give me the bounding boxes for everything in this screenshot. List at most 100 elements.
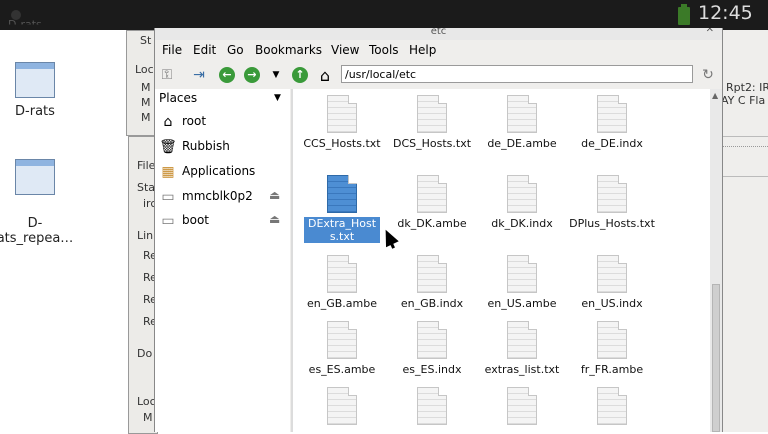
- scroll-up-icon[interactable]: ▲: [712, 91, 718, 100]
- file-item[interactable]: dk_DK.ambe: [387, 175, 477, 230]
- menu-go[interactable]: Go: [227, 43, 244, 57]
- forward-button[interactable]: →: [242, 65, 262, 85]
- drive-icon: ▭: [161, 213, 175, 229]
- new-tab-icon[interactable]: ⇥: [189, 65, 209, 85]
- file-item[interactable]: CCS_Hosts.txt: [297, 95, 387, 150]
- file-name: en_GB.indx: [400, 297, 464, 310]
- key-icon[interactable]: ⚿: [157, 65, 177, 85]
- text-file-icon: [507, 321, 537, 359]
- file-icon: [597, 255, 627, 293]
- file-icon: [597, 95, 627, 133]
- file-item[interactable]: dk_DK.indx: [477, 175, 567, 230]
- menu-help[interactable]: Help: [409, 43, 436, 57]
- file-name: en_US.ambe: [487, 297, 557, 310]
- places-item-applications[interactable]: ▦ Applications: [159, 161, 285, 183]
- file-item[interactable]: DCS_Hosts.txt: [387, 95, 477, 150]
- file-icon: [507, 387, 537, 425]
- text-file-icon: [597, 175, 627, 213]
- menu-tools[interactable]: Tools: [369, 43, 399, 57]
- go-icon[interactable]: ↻: [698, 65, 718, 85]
- eject-icon[interactable]: ⏏: [269, 188, 280, 202]
- bg-label: M: [141, 96, 151, 109]
- window-title-bar: etc ✕: [155, 28, 722, 40]
- file-icon: [507, 175, 537, 213]
- file-icon: [417, 175, 447, 213]
- bg-label: Do: [137, 347, 153, 360]
- file-name: es_ES.ambe: [308, 363, 376, 376]
- places-item-rubbish[interactable]: 🗑 Rubbish: [159, 136, 285, 158]
- menu-edit[interactable]: Edit: [193, 43, 216, 57]
- file-item[interactable]: de_DE.indx: [567, 95, 657, 150]
- divider: [721, 176, 768, 177]
- file-name: DExtra_Hosts.txt: [304, 217, 380, 243]
- file-icon: [597, 321, 627, 359]
- dropdown-arrow-icon[interactable]: ▼: [274, 93, 281, 103]
- file-icon: [507, 95, 537, 133]
- eject-icon[interactable]: ⏏: [269, 212, 280, 226]
- file-item[interactable]: fr_FR.ambe: [567, 321, 657, 376]
- places-item-label: Applications: [182, 164, 256, 178]
- bg-label: Rpt2: IR: [726, 81, 768, 94]
- bg-label: M: [143, 411, 153, 424]
- file-item[interactable]: en_GB.ambe: [297, 255, 387, 310]
- file-item[interactable]: en_US.ambe: [477, 255, 567, 310]
- window-icon: [15, 159, 55, 195]
- file-name: DPlus_Hosts.txt: [569, 217, 655, 230]
- places-item-label: root: [182, 114, 207, 128]
- menu-view[interactable]: View: [331, 43, 359, 57]
- file-item[interactable]: de_DE.ambe: [477, 95, 567, 150]
- file-grid: CCS_Hosts.txt DCS_Hosts.txt de_DE.ambe d…: [293, 89, 710, 432]
- home-icon[interactable]: ⌂: [315, 65, 335, 85]
- desktop-icon-drats[interactable]: D-rats: [0, 62, 80, 119]
- file-item[interactable]: [567, 387, 657, 429]
- text-file-icon: [327, 175, 357, 213]
- back-button[interactable]: ←: [217, 65, 237, 85]
- file-item[interactable]: es_ES.indx: [387, 321, 477, 376]
- bg-label: Lin: [137, 229, 154, 242]
- file-name: dk_DK.indx: [491, 217, 553, 230]
- file-icon: [417, 387, 447, 425]
- file-manager-window: etc ✕ File Edit Go Bookmarks View Tools …: [154, 28, 723, 432]
- menu-file[interactable]: File: [162, 43, 182, 57]
- scrollbar-thumb[interactable]: [712, 284, 720, 432]
- back-arrow-icon: ←: [219, 67, 235, 83]
- background-window-right: Rpt2: IR AY C Fla: [721, 30, 768, 432]
- places-item-boot[interactable]: ▭ boot ⏏: [159, 210, 285, 232]
- file-item[interactable]: en_GB.indx: [387, 255, 477, 310]
- file-name: de_DE.indx: [581, 137, 643, 150]
- bg-label: St: [140, 34, 152, 47]
- bg-label: M: [141, 111, 151, 124]
- menu-bookmarks[interactable]: Bookmarks: [255, 43, 322, 57]
- vertical-scrollbar[interactable]: ▲: [710, 89, 722, 432]
- file-name: en_GB.ambe: [306, 297, 377, 310]
- file-icon: [417, 321, 447, 359]
- up-arrow-icon: ↑: [292, 67, 308, 83]
- places-item-root[interactable]: ⌂ root: [159, 111, 285, 133]
- file-item[interactable]: es_ES.ambe: [297, 321, 387, 376]
- location-input[interactable]: /usr/local/etc: [341, 65, 693, 83]
- divider: [721, 136, 768, 137]
- file-item[interactable]: [387, 387, 477, 429]
- desktop-icon-drats-repeater[interactable]: D- ats_repea…: [0, 144, 80, 261]
- window-icon: [15, 62, 55, 98]
- file-item[interactable]: extras_list.txt: [477, 321, 567, 376]
- file-item[interactable]: en_US.indx: [567, 255, 657, 310]
- text-file-icon: [417, 95, 447, 133]
- trash-icon: 🗑: [159, 139, 177, 155]
- up-button[interactable]: ↑: [290, 65, 310, 85]
- file-name: extras_list.txt: [484, 363, 560, 376]
- file-item-selected[interactable]: DExtra_Hosts.txt: [297, 175, 387, 243]
- clock: 12:45: [698, 2, 753, 24]
- file-item[interactable]: [477, 387, 567, 429]
- file-item[interactable]: DPlus_Hosts.txt: [567, 175, 657, 230]
- history-dropdown-icon[interactable]: ▼: [266, 65, 286, 85]
- window-title: etc: [430, 28, 447, 37]
- file-icon: [327, 255, 357, 293]
- close-icon[interactable]: ✕: [706, 28, 714, 35]
- places-item-mmcblk0p2[interactable]: ▭ mmcblk0p2 ⏏: [159, 186, 285, 208]
- places-header[interactable]: Places: [159, 91, 197, 105]
- places-pane: Places ▼ ⌂ root 🗑 Rubbish ▦ Applications…: [155, 89, 290, 432]
- divider: [721, 146, 768, 148]
- bg-label: AY C Fla: [721, 94, 766, 107]
- file-item[interactable]: [297, 387, 387, 429]
